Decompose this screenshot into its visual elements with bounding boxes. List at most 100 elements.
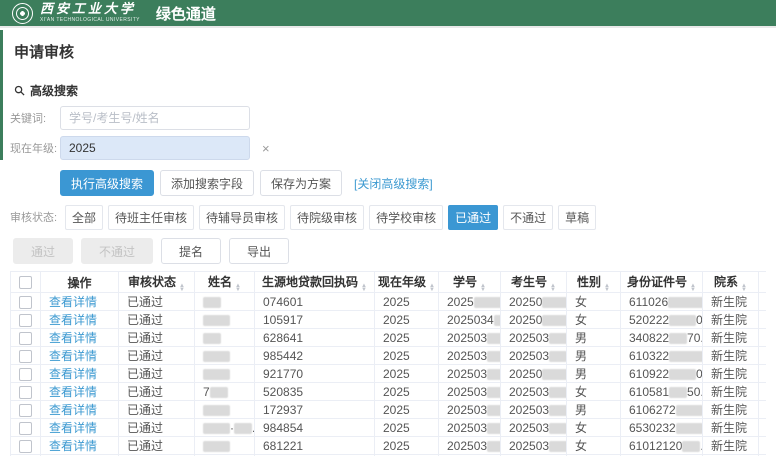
keyword-input[interactable] [60, 106, 250, 130]
view-details-link[interactable]: 查看详情 [49, 421, 97, 435]
cell-major: 产品设计 [759, 437, 767, 455]
status-filter-option-3[interactable]: 待院级审核 [290, 205, 364, 230]
results-table-scroll[interactable]: 操作审核状态▲▼姓名▲▼生源地贷款回执码▲▼现在年级▲▼学号▲▼考生号▲▼性别▲… [10, 271, 766, 456]
export-button[interactable]: 导出 [229, 238, 289, 264]
nominate-button[interactable]: 提名 [161, 238, 221, 264]
cell-major: 汉语言文学 [759, 419, 767, 437]
cell-candidate_id: 202505 [501, 365, 567, 383]
save-plan-button[interactable]: 保存为方案 [260, 170, 342, 196]
cell-student_id: 20253 [439, 293, 501, 311]
sort-icon[interactable]: ▲▼ [179, 284, 185, 292]
clear-grade-icon[interactable]: × [262, 141, 270, 156]
column-label: 现在年级 [378, 275, 426, 289]
grade-row: 现在年级: × [0, 136, 776, 160]
sort-icon[interactable]: ▲▼ [604, 284, 610, 292]
table-row: 查看详情已通过·...98485420252025030420250304女65… [11, 419, 767, 437]
status-filter-option-4[interactable]: 待学校审核 [369, 205, 443, 230]
status-filter-option-0[interactable]: 全部 [65, 205, 103, 230]
column-header-8[interactable]: 身份证件号▲▼ [621, 272, 703, 293]
cell-action: 查看详情 [41, 419, 119, 437]
sort-icon[interactable]: ▲▼ [361, 284, 367, 292]
status-filter-option-7[interactable]: 草稿 [558, 205, 596, 230]
column-header-4[interactable]: 现在年级▲▼ [375, 272, 439, 293]
cell-major: 数字媒体艺术 [759, 293, 767, 311]
column-header-3[interactable]: 生源地贷款回执码▲▼ [255, 272, 375, 293]
sort-icon[interactable]: ▲▼ [429, 284, 435, 292]
redacted-text [549, 351, 566, 362]
row-checkbox[interactable] [19, 368, 32, 381]
status-filter-option-2[interactable]: 待辅导员审核 [199, 205, 285, 230]
add-search-field-button[interactable]: 添加搜索字段 [160, 170, 254, 196]
app-title: 绿色通道 [156, 3, 216, 24]
cell-grade: 2025 [375, 365, 439, 383]
row-checkbox[interactable] [19, 404, 32, 417]
view-details-link[interactable]: 查看详情 [49, 403, 97, 417]
cell-student_id: 20250304 [439, 419, 501, 437]
cell-college: 新生院 [703, 419, 759, 437]
view-details-link[interactable]: 查看详情 [49, 349, 97, 363]
sort-icon[interactable]: ▲▼ [235, 284, 241, 292]
view-details-link[interactable]: 查看详情 [49, 439, 97, 453]
redacted-text [542, 369, 566, 380]
cell-action: 查看详情 [41, 329, 119, 347]
status-filter-option-1[interactable]: 待班主任审核 [108, 205, 194, 230]
cell-college: 新生院 [703, 383, 759, 401]
cell-name [195, 347, 255, 365]
status-filter-option-5[interactable]: 已通过 [448, 205, 498, 230]
row-checkbox[interactable] [19, 440, 32, 453]
column-header-1[interactable]: 审核状态▲▼ [119, 272, 195, 293]
view-details-link[interactable]: 查看详情 [49, 367, 97, 381]
cell-id_card: 61058150... [621, 383, 703, 401]
sort-icon[interactable]: ▲▼ [550, 284, 556, 292]
status-filter-option-6[interactable]: 不通过 [503, 205, 553, 230]
table-row: 查看详情已通过1729372025202503072025037男6106272… [11, 401, 767, 419]
column-header-2[interactable]: 姓名▲▼ [195, 272, 255, 293]
cell-status: 已通过 [119, 437, 195, 455]
cell-grade: 2025 [375, 293, 439, 311]
select-all-checkbox[interactable] [19, 276, 32, 289]
cell-college: 新生院 [703, 347, 759, 365]
close-advanced-search-link[interactable]: [关闭高级搜索] [354, 175, 433, 192]
cell-student_id: 2025037 [439, 347, 501, 365]
grade-input[interactable] [60, 136, 250, 160]
university-name-cn: 西安工业大学 [40, 3, 140, 16]
row-checkbox[interactable] [19, 314, 32, 327]
column-header-9[interactable]: 院系▲▼ [703, 272, 759, 293]
column-header-6[interactable]: 考生号▲▼ [501, 272, 567, 293]
cell-college: 新生院 [703, 293, 759, 311]
column-label: 考生号 [511, 275, 547, 289]
view-details-link[interactable]: 查看详情 [49, 313, 97, 327]
redacted-text [549, 333, 566, 344]
row-checkbox[interactable] [19, 296, 32, 309]
reject-button[interactable]: 不通过 [81, 238, 153, 264]
view-details-link[interactable]: 查看详情 [49, 295, 97, 309]
row-checkbox[interactable] [19, 422, 32, 435]
row-checkbox[interactable] [19, 350, 32, 363]
row-checkbox-cell [11, 383, 41, 401]
sort-icon[interactable]: ▲▼ [741, 284, 747, 292]
execute-search-button[interactable]: 执行高级搜索 [60, 170, 154, 196]
cell-id_card: 61012120... [621, 437, 703, 455]
redacted-text [542, 297, 566, 308]
top-bar: 西安工业大学 XI'AN TECHNOLOGICAL UNIVERSITY 绿色… [0, 0, 776, 28]
redacted-text [234, 423, 252, 434]
cell-receipt: 172937 [255, 401, 375, 419]
cell-action: 查看详情 [41, 383, 119, 401]
cell-id_card: 5202220... [621, 311, 703, 329]
cell-gender: 男 [567, 347, 621, 365]
column-header-5[interactable]: 学号▲▼ [439, 272, 501, 293]
cell-name [195, 437, 255, 455]
row-checkbox[interactable] [19, 386, 32, 399]
sort-icon[interactable]: ▲▼ [690, 284, 696, 292]
cell-action: 查看详情 [41, 437, 119, 455]
sort-icon[interactable]: ▲▼ [480, 284, 486, 292]
column-header-7[interactable]: 性别▲▼ [567, 272, 621, 293]
view-details-link[interactable]: 查看详情 [49, 331, 97, 345]
row-checkbox[interactable] [19, 332, 32, 345]
redacted-text [487, 333, 500, 344]
column-header-10[interactable]: 专业▲▼ [759, 272, 767, 293]
cell-college: 新生院 [703, 329, 759, 347]
cell-receipt: 074601 [255, 293, 375, 311]
view-details-link[interactable]: 查看详情 [49, 385, 97, 399]
pass-button[interactable]: 通过 [13, 238, 73, 264]
